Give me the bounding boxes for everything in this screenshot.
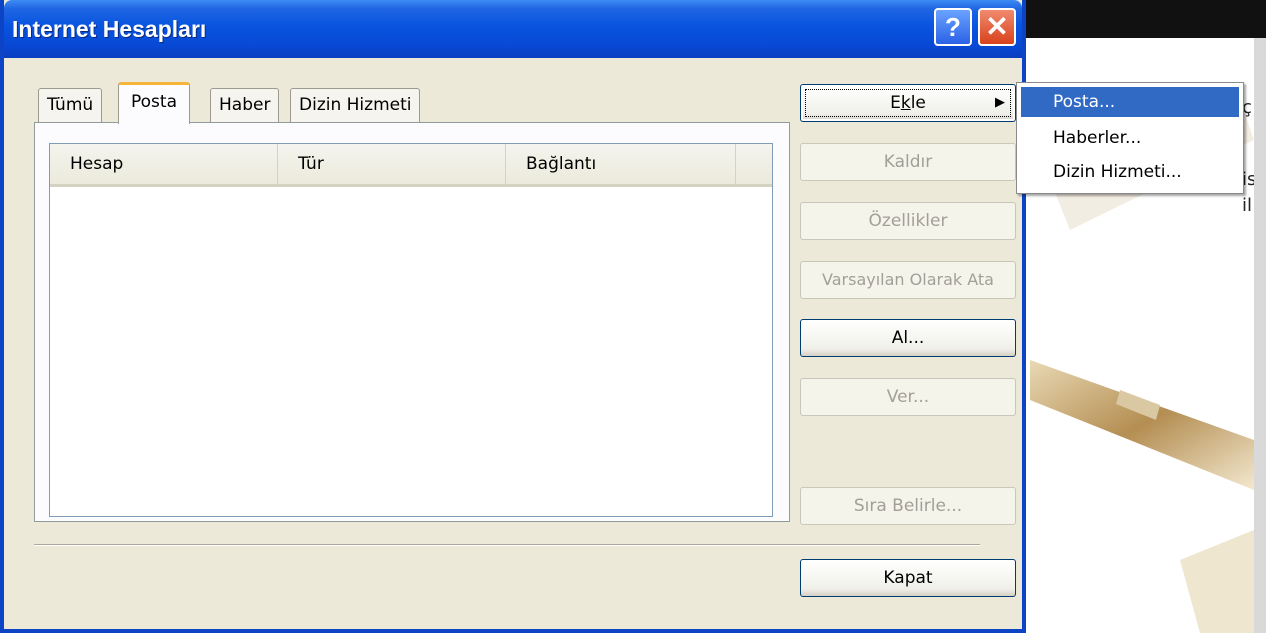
menu-item-directory-service[interactable]: Dizin Hizmeti...: [1021, 157, 1239, 187]
submenu-arrow-icon: ▶: [995, 95, 1005, 110]
remove-button[interactable]: Kaldır: [800, 143, 1016, 181]
background-text-fragment: il: [1242, 195, 1253, 216]
set-order-button[interactable]: Sıra Belirle...: [800, 487, 1016, 525]
column-header-connection[interactable]: Bağlantı: [506, 144, 736, 184]
column-header-account[interactable]: Hesap: [50, 144, 278, 184]
close-button[interactable]: Kapat: [800, 559, 1016, 597]
internet-accounts-dialog: Internet Hesapları ? ✕ Tümü Posta Haber …: [0, 0, 1026, 633]
set-default-button[interactable]: Varsayılan Olarak Ata: [800, 261, 1016, 299]
tab-mail[interactable]: Posta: [118, 82, 190, 124]
column-header-type[interactable]: Tür: [278, 144, 506, 184]
help-icon: ?: [945, 12, 961, 42]
help-button[interactable]: ?: [934, 8, 972, 46]
menu-item-mail[interactable]: Posta...: [1021, 87, 1239, 117]
close-window-button[interactable]: ✕: [978, 8, 1016, 46]
background-toolbar: [1000, 0, 1266, 38]
import-button[interactable]: Al...: [800, 319, 1016, 357]
add-submenu: Posta... Haberler... Dizin Hizmeti...: [1016, 82, 1244, 194]
properties-button[interactable]: Özellikler: [800, 202, 1016, 240]
accounts-list[interactable]: Hesap Tür Bağlantı: [49, 143, 773, 517]
focus-rectangle: [805, 89, 1011, 117]
close-icon: ✕: [985, 11, 1009, 42]
background-scrollbar[interactable]: [1254, 38, 1266, 633]
add-button[interactable]: Ekle ▶: [800, 84, 1016, 122]
tab-all[interactable]: Tümü: [38, 88, 103, 122]
tab-panel-mail: Hesap Tür Bağlantı: [34, 122, 790, 522]
menu-item-news[interactable]: Haberler...: [1021, 123, 1239, 153]
tab-news[interactable]: Haber: [210, 88, 280, 122]
separator-line: [34, 544, 980, 546]
export-button[interactable]: Ver...: [800, 378, 1016, 416]
tab-directory-service[interactable]: Dizin Hizmeti: [290, 88, 421, 122]
window-title: Internet Hesapları: [12, 16, 207, 42]
list-header: Hesap Tür Bağlantı: [50, 144, 772, 187]
title-bar[interactable]: Internet Hesapları ? ✕: [4, 0, 1022, 58]
